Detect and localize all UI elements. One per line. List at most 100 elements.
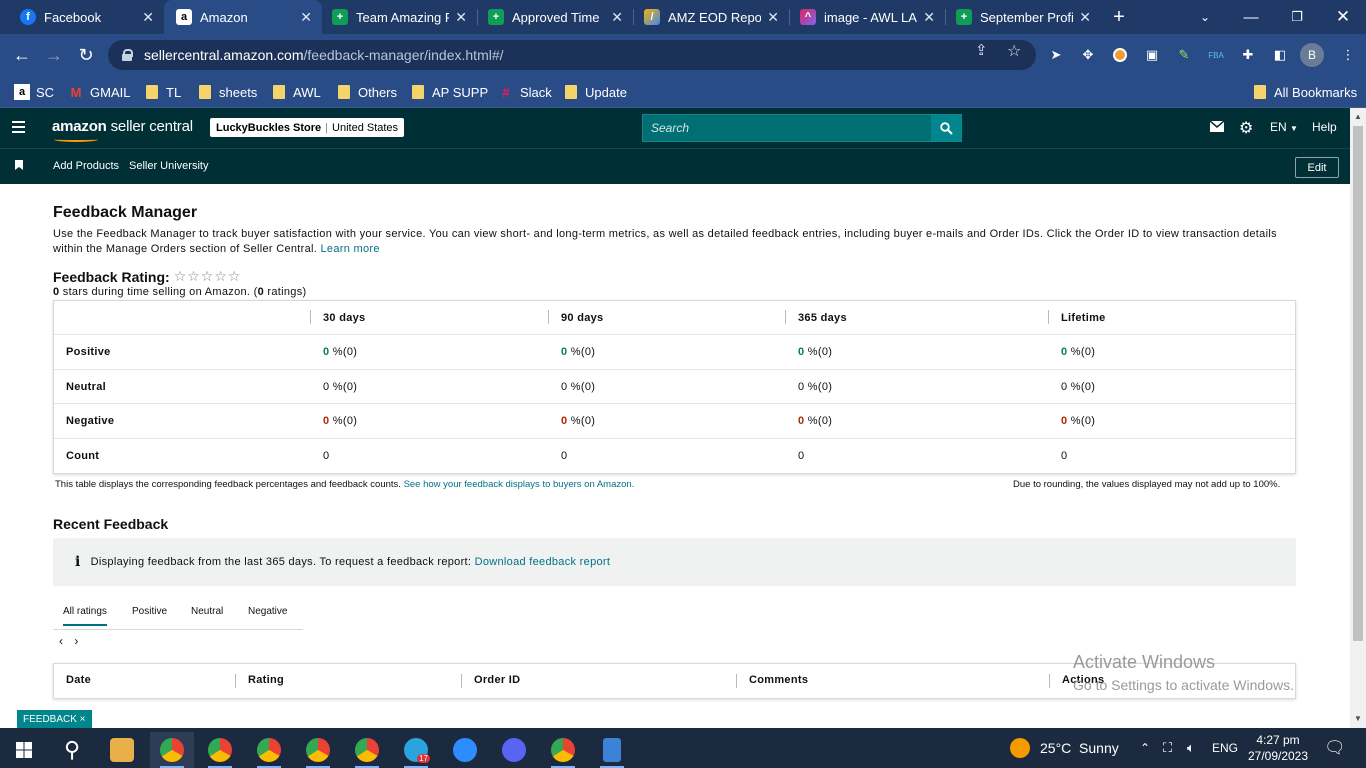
volume-icon[interactable]: 🔈︎: [1187, 728, 1195, 768]
chrome-icon[interactable]: [345, 732, 389, 768]
extension-fba-icon[interactable]: FBA: [1206, 45, 1226, 65]
bookmark-gmail[interactable]: M GMAIL: [68, 82, 131, 102]
extension-camera-icon[interactable]: ▣: [1142, 45, 1162, 65]
close-icon[interactable]: ✕: [923, 9, 935, 26]
edit-button[interactable]: Edit: [1295, 157, 1339, 178]
gear-icon[interactable]: ⚙: [1239, 118, 1253, 138]
chrome-icon[interactable]: [150, 732, 194, 768]
bookmark-others[interactable]: Others: [338, 82, 397, 102]
nav-add-products[interactable]: Add Products: [53, 160, 119, 172]
tab-team-amazing[interactable]: + Team Amazing P ✕: [322, 0, 477, 34]
scroll-thumb[interactable]: [1353, 126, 1363, 641]
new-tab-button[interactable]: +: [1096, 0, 1142, 34]
tab-all-ratings[interactable]: All ratings: [63, 606, 107, 626]
notifications-icon[interactable]: 🗨︎: [1324, 728, 1346, 768]
bookmark-sheets[interactable]: sheets: [199, 82, 257, 102]
zoom-icon[interactable]: [443, 732, 487, 768]
close-icon[interactable]: ✕: [455, 9, 467, 26]
restore-button[interactable]: ❐: [1274, 0, 1320, 34]
language-indicator[interactable]: ENG: [1212, 728, 1238, 768]
weather-widget[interactable]: 25°C Sunny: [1010, 728, 1119, 768]
bookmark-awl[interactable]: AWL: [273, 82, 321, 102]
bookmark-ap-supp[interactable]: AP SUPP: [412, 82, 488, 102]
prev-page-icon[interactable]: ‹: [59, 634, 63, 648]
close-window-button[interactable]: ✕: [1320, 0, 1366, 34]
back-button[interactable]: ←: [9, 42, 35, 68]
seller-central-logo[interactable]: amazon seller central: [52, 118, 193, 142]
amazon-icon: a: [176, 9, 192, 25]
share-icon[interactable]: ⇪: [975, 41, 988, 59]
extension-dropper-icon[interactable]: ✎: [1174, 45, 1194, 65]
bookmark-update[interactable]: Update: [565, 82, 627, 102]
next-page-icon[interactable]: ›: [74, 634, 78, 648]
extension-puzzle-blue-icon[interactable]: ✥: [1078, 45, 1098, 65]
minimize-button[interactable]: —: [1228, 0, 1274, 34]
close-icon[interactable]: ✕: [142, 9, 154, 26]
tab-amz-eod[interactable]: / AMZ EOD Repor ✕: [634, 0, 789, 34]
column-header[interactable]: Order ID: [474, 674, 520, 686]
chrome-icon[interactable]: [198, 732, 242, 768]
search-icon[interactable]: ⚲: [50, 732, 94, 768]
tab-negative[interactable]: Negative: [248, 606, 287, 624]
close-icon[interactable]: ✕: [300, 9, 312, 26]
language-label: EN: [1270, 120, 1287, 134]
tab-september-profit[interactable]: + September Profi ✕: [946, 0, 1101, 34]
scroll-up-icon[interactable]: ▲: [1354, 112, 1362, 121]
mail-icon[interactable]: [1209, 120, 1225, 135]
help-link[interactable]: Help: [1312, 120, 1337, 134]
clock[interactable]: 4:27 pm 27/09/2023: [1248, 728, 1308, 768]
search-button[interactable]: [931, 115, 961, 141]
forward-button[interactable]: →: [41, 42, 67, 68]
chevron-up-icon[interactable]: ⌃: [1140, 728, 1150, 768]
chrome-icon[interactable]: [296, 732, 340, 768]
page-scrollbar[interactable]: ▲ ▼: [1350, 108, 1366, 728]
tab-approved-time[interactable]: + Approved Time ✕: [478, 0, 633, 34]
search-input[interactable]: [643, 115, 931, 141]
chrome-icon[interactable]: [247, 732, 291, 768]
nav-seller-university[interactable]: Seller University: [129, 160, 208, 172]
url-bar[interactable]: sellercentral.amazon.com/feedback-manage…: [108, 40, 1036, 70]
telegram-icon[interactable]: 17: [394, 732, 438, 768]
hamburger-menu-icon[interactable]: [12, 121, 25, 133]
tab-neutral[interactable]: Neutral: [191, 606, 223, 624]
extension-orange-icon[interactable]: [1110, 45, 1130, 65]
bookmark-tl[interactable]: TL: [146, 82, 181, 102]
extension-cursor-icon[interactable]: ➤: [1046, 45, 1066, 65]
extensions-puzzle-icon[interactable]: ✚: [1238, 45, 1258, 65]
browser-menu-icon[interactable]: ⋮: [1338, 45, 1358, 65]
bookmark-icon[interactable]: [15, 160, 23, 170]
discord-icon[interactable]: [492, 732, 536, 768]
close-icon[interactable]: ✕: [611, 9, 623, 26]
tab-positive[interactable]: Positive: [132, 606, 167, 624]
close-icon[interactable]: ✕: [767, 9, 779, 26]
feedback-display-link[interactable]: See how your feedback displays to buyers…: [404, 479, 635, 490]
profile-avatar[interactable]: B: [1300, 43, 1324, 67]
store-selector[interactable]: LuckyBuckles Store | United States: [210, 118, 405, 137]
calculator-icon[interactable]: [590, 732, 634, 768]
all-bookmarks[interactable]: All Bookmarks: [1254, 82, 1357, 102]
column-header[interactable]: Rating: [248, 674, 284, 686]
download-report-link[interactable]: Download feedback report: [475, 556, 611, 568]
windows-start-icon[interactable]: [2, 732, 46, 768]
bookmark-slack[interactable]: # Slack: [498, 82, 552, 102]
column-header[interactable]: Date: [66, 674, 91, 686]
metric-suffix: %(0): [1070, 415, 1096, 427]
rating-count-suffix: ratings): [267, 286, 307, 298]
bookmark-star-icon[interactable]: ☆: [1007, 41, 1021, 61]
tab-facebook[interactable]: f Facebook ✕: [0, 0, 164, 34]
reload-button[interactable]: ↻: [73, 42, 99, 68]
language-selector[interactable]: EN ▼: [1270, 120, 1298, 134]
column-header[interactable]: Comments: [749, 674, 808, 686]
scroll-down-icon[interactable]: ▼: [1354, 714, 1362, 723]
tab-image-awl[interactable]: ^ image - AWL LA ✕: [790, 0, 945, 34]
tab-search-chevron-icon[interactable]: ⌄: [1182, 0, 1228, 34]
tab-amazon[interactable]: a Amazon ✕: [164, 0, 322, 34]
feedback-badge[interactable]: FEEDBACK ×: [17, 710, 92, 728]
network-icon[interactable]: ⛶: [1163, 728, 1172, 768]
learn-more-link[interactable]: Learn more: [321, 243, 380, 255]
side-panel-icon[interactable]: ◧: [1270, 45, 1290, 65]
chrome-icon[interactable]: [541, 732, 585, 768]
file-explorer-icon[interactable]: [100, 732, 144, 768]
bookmark-sc[interactable]: a SC: [14, 82, 54, 102]
close-icon[interactable]: ✕: [1079, 9, 1091, 26]
